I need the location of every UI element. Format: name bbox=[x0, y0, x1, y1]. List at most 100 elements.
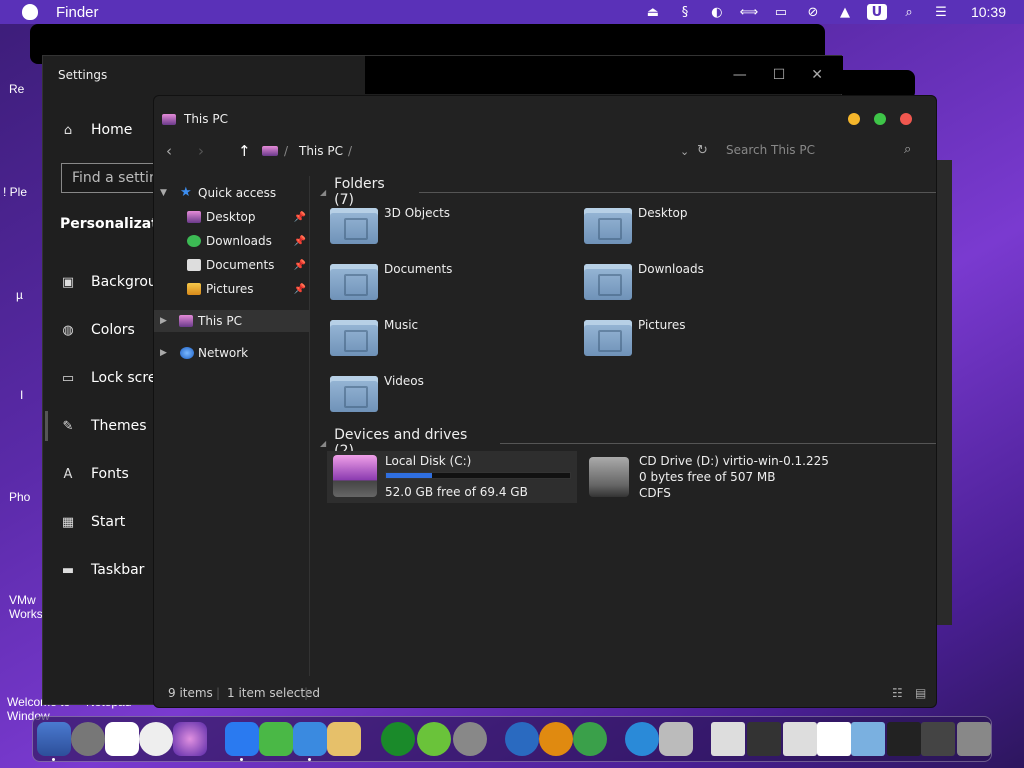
maximize-button[interactable]: ☐ bbox=[773, 67, 786, 83]
desktop-label[interactable]: I bbox=[20, 388, 23, 402]
search-icon[interactable]: ⌕ bbox=[904, 142, 911, 157]
pin-icon[interactable]: 📌 bbox=[294, 212, 306, 223]
nav-fonts[interactable]: A Fonts bbox=[59, 466, 129, 482]
minimize-button[interactable]: — bbox=[733, 67, 747, 83]
folder-label: Downloads bbox=[638, 262, 704, 276]
arrows-icon[interactable]: ⟺ bbox=[739, 4, 759, 20]
finder-icon[interactable] bbox=[37, 722, 71, 756]
details-view-icon[interactable]: ☷ bbox=[892, 686, 903, 700]
chevron-right-icon[interactable]: ▶ bbox=[160, 348, 167, 358]
folder-3d-objects[interactable]: 3D Objects bbox=[320, 202, 570, 250]
nav-item-downloads[interactable]: Downloads 📌 bbox=[154, 230, 310, 252]
maps-icon[interactable] bbox=[659, 722, 693, 756]
window-thumbnail[interactable] bbox=[747, 722, 781, 756]
tools-icon[interactable] bbox=[453, 722, 487, 756]
pin-icon[interactable]: 📌 bbox=[294, 260, 306, 271]
folder-label: Desktop bbox=[638, 206, 688, 220]
collapse-icon[interactable]: ◢ bbox=[320, 439, 326, 448]
nav-taskbar[interactable]: ▬ Taskbar bbox=[59, 562, 145, 578]
breadcrumb[interactable]: This PC bbox=[299, 144, 343, 158]
nav-this-pc[interactable]: ▶ This PC bbox=[154, 310, 310, 332]
pin-icon[interactable]: 📌 bbox=[294, 236, 306, 247]
chevron-down-icon[interactable]: ▼ bbox=[160, 188, 167, 198]
window-thumbnail[interactable] bbox=[817, 722, 851, 756]
nav-themes[interactable]: ✎ Themes bbox=[59, 418, 147, 434]
desktop-label[interactable]: Pho bbox=[9, 490, 30, 504]
nav-network[interactable]: ▶ Network bbox=[154, 342, 310, 364]
nav-item-pictures[interactable]: Pictures 📌 bbox=[154, 278, 310, 300]
folder-videos[interactable]: Videos bbox=[320, 370, 570, 418]
utorrent-icon[interactable] bbox=[259, 722, 293, 756]
folder-label: Pictures bbox=[638, 318, 686, 332]
search-input[interactable]: Search This PC bbox=[726, 143, 815, 157]
maximize-button[interactable] bbox=[874, 113, 886, 125]
nav-home[interactable]: ⌂ Home bbox=[59, 122, 132, 138]
globe-icon[interactable] bbox=[505, 722, 539, 756]
siri-icon[interactable] bbox=[173, 722, 207, 756]
window-thumbnail[interactable] bbox=[887, 722, 921, 756]
background-window[interactable] bbox=[937, 160, 952, 625]
safari-icon[interactable] bbox=[225, 722, 259, 756]
nav-item-desktop[interactable]: Desktop 📌 bbox=[154, 206, 310, 228]
display-icon[interactable]: ▭ bbox=[771, 4, 791, 20]
desktop-label[interactable]: ! Ple bbox=[3, 185, 27, 199]
half-moon-icon[interactable]: ◐ bbox=[707, 4, 727, 20]
calendar-icon[interactable] bbox=[105, 722, 139, 756]
folder-downloads[interactable]: Downloads bbox=[574, 258, 824, 306]
search-icon[interactable]: ⌕ bbox=[899, 4, 919, 20]
finder-window-icon[interactable] bbox=[293, 722, 327, 756]
nav-start[interactable]: ▦ Start bbox=[59, 514, 125, 530]
tiles-view-icon[interactable]: ▤ bbox=[915, 686, 926, 700]
close-button[interactable] bbox=[900, 113, 912, 125]
eject-icon[interactable]: ⏏ bbox=[643, 4, 663, 20]
pin-icon[interactable]: 📌 bbox=[294, 284, 306, 295]
window-thumbnail[interactable] bbox=[851, 722, 885, 756]
internet-explorer-icon[interactable] bbox=[625, 722, 659, 756]
link-icon[interactable] bbox=[417, 722, 451, 756]
up-icon[interactable]: ↑ bbox=[238, 142, 251, 160]
nav-quick-access[interactable]: ▼ ★ Quick access bbox=[154, 182, 310, 204]
forward-icon[interactable]: › bbox=[198, 142, 204, 160]
desktop-label[interactable]: µ bbox=[16, 288, 23, 302]
download-icon[interactable] bbox=[539, 722, 573, 756]
app-green-icon[interactable] bbox=[381, 722, 415, 756]
toggle-icon[interactable]: ☰ bbox=[931, 4, 951, 20]
clock[interactable]: 10:39 bbox=[971, 4, 1006, 20]
share-icon[interactable] bbox=[573, 722, 607, 756]
close-button[interactable]: ✕ bbox=[811, 67, 823, 83]
folder-desktop[interactable]: Desktop bbox=[574, 202, 824, 250]
upload-icon[interactable]: ▲ bbox=[835, 4, 855, 20]
window-thumbnail[interactable] bbox=[711, 722, 745, 756]
desktop-label[interactable]: VMw Works bbox=[9, 593, 43, 621]
clock-icon[interactable] bbox=[139, 722, 173, 756]
back-icon[interactable]: ‹ bbox=[166, 142, 172, 160]
nav-item-documents[interactable]: Documents 📌 bbox=[154, 254, 310, 276]
collapse-icon[interactable]: ◢ bbox=[320, 188, 326, 197]
drive-local-disk[interactable]: Local Disk (C:) 52.0 GB free of 69.4 GB bbox=[327, 451, 577, 503]
this-pc-icon bbox=[262, 146, 278, 156]
themes-icon: ✎ bbox=[62, 418, 74, 434]
ucontrol-icon[interactable]: § bbox=[675, 4, 695, 20]
active-app-name[interactable]: Finder bbox=[56, 4, 99, 21]
chevron-down-icon[interactable]: ⌄ bbox=[680, 145, 689, 158]
pictures-icon bbox=[187, 283, 201, 295]
nav-colors[interactable]: ◍ Colors bbox=[59, 322, 135, 338]
u-icon[interactable]: U bbox=[866, 4, 887, 20]
refresh-icon[interactable]: ↻ bbox=[697, 143, 708, 158]
folder-music[interactable]: Music bbox=[320, 314, 570, 362]
launchpad-icon[interactable] bbox=[71, 722, 105, 756]
mute-icon[interactable]: ⊘ bbox=[803, 4, 823, 20]
status-icons: ⏏ § ◐ ⟺ ▭ ⊘ ▲ U ⌕ ☰ 10:39 bbox=[643, 4, 1006, 20]
minimize-button[interactable] bbox=[848, 113, 860, 125]
desktop-label[interactable]: Re bbox=[9, 82, 24, 96]
apple-icon[interactable] bbox=[22, 4, 38, 20]
window-thumbnail[interactable] bbox=[783, 722, 817, 756]
explorer-window[interactable]: This PC ‹ › ↑ / This PC / ⌄ ↻ Search Thi… bbox=[153, 95, 937, 708]
window-thumbnail[interactable] bbox=[921, 722, 955, 756]
chevron-right-icon[interactable]: ▶ bbox=[160, 316, 167, 326]
trash-icon[interactable] bbox=[957, 722, 991, 756]
preview-icon[interactable] bbox=[327, 722, 361, 756]
drive-cd[interactable]: CD Drive (D:) virtio-win-0.1.225 0 bytes… bbox=[581, 451, 831, 503]
folder-pictures[interactable]: Pictures bbox=[574, 314, 824, 362]
folder-documents[interactable]: Documents bbox=[320, 258, 570, 306]
